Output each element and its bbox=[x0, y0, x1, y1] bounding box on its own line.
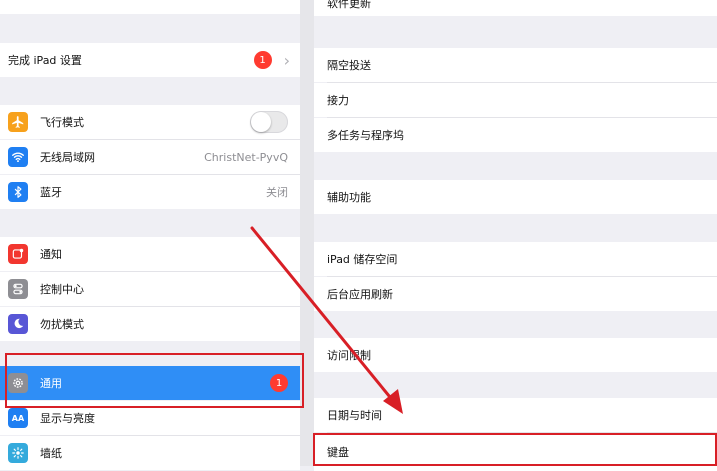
general-detail-pane: 软件更新 隔空投送 接力 多任务与程序坞 辅助功能 iPad 储存空间 后台应用… bbox=[314, 0, 717, 471]
row-label: 多任务与程序坞 bbox=[327, 129, 404, 142]
wifi-network-name: ChristNet-PyvQ bbox=[204, 150, 288, 164]
sidebar-item-label: 通知 bbox=[40, 248, 62, 261]
chevron-right-icon: › bbox=[283, 50, 290, 70]
sidebar-item-general[interactable]: 通用 1 bbox=[0, 366, 300, 400]
wifi-icon bbox=[8, 147, 28, 167]
airdrop-row[interactable]: 隔空投送 bbox=[314, 48, 717, 82]
moon-icon bbox=[8, 314, 28, 334]
sidebar-item-finish-setup[interactable]: 完成 iPad 设置 1 › bbox=[0, 43, 300, 77]
ipad-storage-row[interactable]: iPad 储存空间 bbox=[314, 242, 717, 276]
row-label: iPad 储存空间 bbox=[327, 253, 398, 266]
sidebar-item-notifications[interactable]: 通知 bbox=[0, 237, 300, 271]
sidebar-item-label: 控制中心 bbox=[40, 283, 84, 296]
sidebar-item-label: 无线局域网 bbox=[40, 151, 95, 164]
restrictions-row[interactable]: 访问限制 bbox=[314, 338, 717, 372]
display-icon: AA bbox=[8, 408, 28, 428]
row-label: 接力 bbox=[327, 94, 349, 107]
sidebar-item-bluetooth[interactable]: 蓝牙 关闭 bbox=[0, 175, 300, 209]
sidebar-item-label: 勿扰模式 bbox=[40, 318, 84, 331]
settings-sidebar: 完成 iPad 设置 1 › 飞行模式 无线局域网 ChristNet-PyvQ… bbox=[0, 0, 300, 470]
control-center-icon bbox=[8, 279, 28, 299]
accessibility-row[interactable]: 辅助功能 bbox=[314, 180, 717, 214]
sidebar-item-display-brightness[interactable]: AA 显示与亮度 bbox=[0, 401, 300, 435]
multitasking-row[interactable]: 多任务与程序坞 bbox=[314, 118, 717, 152]
software-update-row[interactable]: 软件更新 bbox=[314, 0, 717, 16]
row-label: 软件更新 bbox=[327, 0, 371, 10]
row-label: 辅助功能 bbox=[327, 191, 371, 204]
row-label: 后台应用刷新 bbox=[327, 288, 393, 301]
row-label: 访问限制 bbox=[327, 349, 371, 362]
notification-badge: 1 bbox=[253, 51, 272, 69]
sidebar-item-label: 墙纸 bbox=[40, 447, 62, 460]
profile-row[interactable] bbox=[0, 0, 300, 14]
sidebar-item-label: 蓝牙 bbox=[40, 186, 62, 199]
sidebar-item-label: 显示与亮度 bbox=[40, 412, 95, 425]
row-label: 键盘 bbox=[327, 446, 349, 459]
sidebar-item-label: 完成 iPad 设置 bbox=[8, 54, 82, 67]
sidebar-item-wallpaper[interactable]: 墙纸 bbox=[0, 436, 300, 470]
keyboard-row[interactable]: 键盘 bbox=[314, 433, 717, 471]
gear-icon bbox=[8, 373, 28, 393]
row-label: 日期与时间 bbox=[327, 409, 382, 422]
background-app-refresh-row[interactable]: 后台应用刷新 bbox=[314, 277, 717, 311]
wallpaper-icon bbox=[8, 443, 28, 463]
sidebar-item-control-center[interactable]: 控制中心 bbox=[0, 272, 300, 306]
notifications-icon bbox=[8, 244, 28, 264]
sidebar-item-airplane-mode[interactable]: 飞行模式 bbox=[0, 105, 300, 139]
date-time-row[interactable]: 日期与时间 bbox=[314, 398, 717, 432]
sidebar-item-wifi[interactable]: 无线局域网 ChristNet-PyvQ bbox=[0, 140, 300, 174]
pane-divider bbox=[300, 0, 314, 466]
airplane-icon bbox=[8, 112, 28, 132]
sidebar-item-label: 飞行模式 bbox=[40, 116, 84, 129]
bluetooth-icon bbox=[8, 182, 28, 202]
bluetooth-status: 关闭 bbox=[266, 186, 288, 199]
sidebar-item-do-not-disturb[interactable]: 勿扰模式 bbox=[0, 307, 300, 341]
notification-badge: 1 bbox=[270, 374, 288, 392]
airplane-mode-toggle[interactable] bbox=[250, 111, 288, 133]
row-label: 隔空投送 bbox=[327, 59, 371, 72]
handoff-row[interactable]: 接力 bbox=[314, 83, 717, 117]
sidebar-item-label: 通用 bbox=[40, 377, 62, 390]
